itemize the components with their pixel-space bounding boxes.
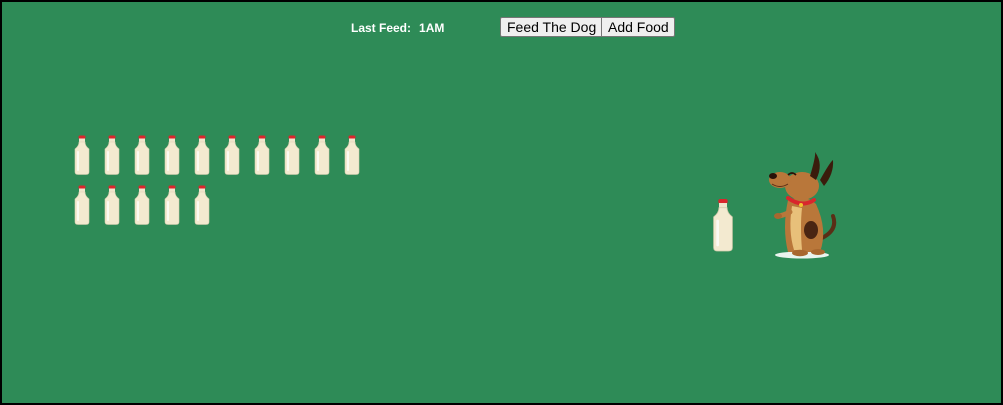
milk-bottle-icon <box>224 135 240 175</box>
milk-bottle-icon <box>344 135 360 175</box>
feeding-bottle-icon <box>713 199 733 252</box>
last-feed-label: Last Feed: <box>351 21 412 35</box>
milk-bottle-icon <box>134 135 150 175</box>
milk-bottle-icon <box>134 185 150 225</box>
milk-bottle-icon <box>194 185 210 225</box>
milk-bottle-icon <box>314 135 330 175</box>
game-canvas: Last Feed: 1AM Feed The Dog Add Food <box>0 0 1003 405</box>
milk-bottle-icon <box>74 185 90 225</box>
milk-bottle-icon <box>74 135 90 175</box>
milk-bottle-icon <box>104 135 120 175</box>
dog-sprite <box>769 152 837 259</box>
last-feed-status: Last Feed: 1AM <box>351 21 444 35</box>
add-food-button[interactable]: Add Food <box>601 17 675 37</box>
feed-the-dog-button[interactable]: Feed The Dog <box>500 17 602 37</box>
last-feed-value: 1AM <box>419 21 445 35</box>
milk-bottle-icon <box>104 185 120 225</box>
milk-bottle-icon <box>164 185 180 225</box>
milk-bottle-icon <box>284 135 300 175</box>
milk-bottle-icon <box>254 135 270 175</box>
milk-bottle-icon <box>194 135 210 175</box>
milk-bottle-icon <box>164 135 180 175</box>
